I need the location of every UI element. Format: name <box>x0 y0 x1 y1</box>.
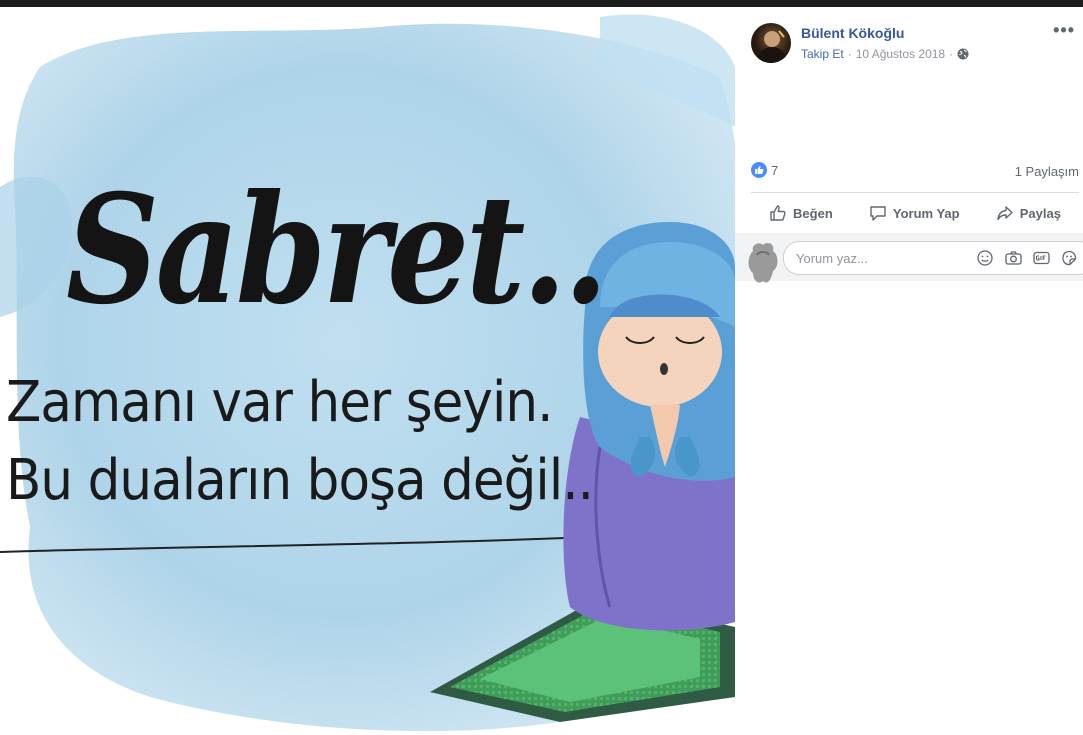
like-label: Beğen <box>793 205 833 221</box>
like-count: 7 <box>771 162 779 178</box>
top-bar <box>0 0 1083 7</box>
share-icon <box>997 206 1013 221</box>
avatar-image <box>757 30 787 63</box>
comment-label: Yorum Yap <box>892 205 960 221</box>
post-date[interactable]: 10 Ağustos 2018 <box>856 47 945 61</box>
post-meta: Takip Et · 10 Ağustos 2018 · <box>801 47 969 61</box>
like-reaction-icon <box>751 162 767 178</box>
comment-icon <box>870 206 886 221</box>
post-actions: Beğen Yorum Yap Paylaş <box>751 201 1079 225</box>
emoji-icon[interactable] <box>976 249 994 267</box>
divider <box>751 192 1079 193</box>
meta-separator: · <box>949 47 954 61</box>
image-line-2: Bu duaların boşa değil.. <box>6 448 594 513</box>
like-button[interactable]: Beğen <box>769 204 833 222</box>
thumbs-up-icon <box>770 205 786 221</box>
author-avatar[interactable] <box>751 23 791 63</box>
share-count[interactable]: 1 Paylaşım <box>1015 164 1079 179</box>
meta-separator: · <box>847 47 852 61</box>
gif-icon[interactable] <box>1032 249 1050 267</box>
commenter-avatar <box>745 241 781 287</box>
post-side-panel: Bülent Kökoğlu Takip Et · 10 Ağustos 201… <box>735 7 1083 735</box>
comment-tools <box>976 249 1078 267</box>
follow-link[interactable]: Takip Et <box>801 47 844 61</box>
image-title: Sabret.. <box>66 162 608 338</box>
comment-box[interactable] <box>783 241 1083 275</box>
share-button[interactable]: Paylaş <box>996 204 1061 222</box>
camera-icon[interactable] <box>1004 249 1022 267</box>
comment-composer <box>735 233 1083 283</box>
reaction-summary[interactable]: 7 <box>751 162 778 178</box>
sticker-icon[interactable] <box>1060 249 1078 267</box>
comment-input[interactable] <box>784 249 968 267</box>
author-name[interactable]: Bülent Kökoğlu <box>801 25 904 41</box>
more-options-icon[interactable]: ••• <box>1053 21 1075 39</box>
globe-icon <box>957 48 969 60</box>
share-label: Paylaş <box>1019 205 1061 221</box>
post-image[interactable]: Sabret.. Zamanı var her şeyin. Bu dualar… <box>0 7 735 735</box>
comment-button[interactable]: Yorum Yap <box>869 204 960 222</box>
image-line-1: Zamanı var her şeyin. <box>6 370 553 435</box>
